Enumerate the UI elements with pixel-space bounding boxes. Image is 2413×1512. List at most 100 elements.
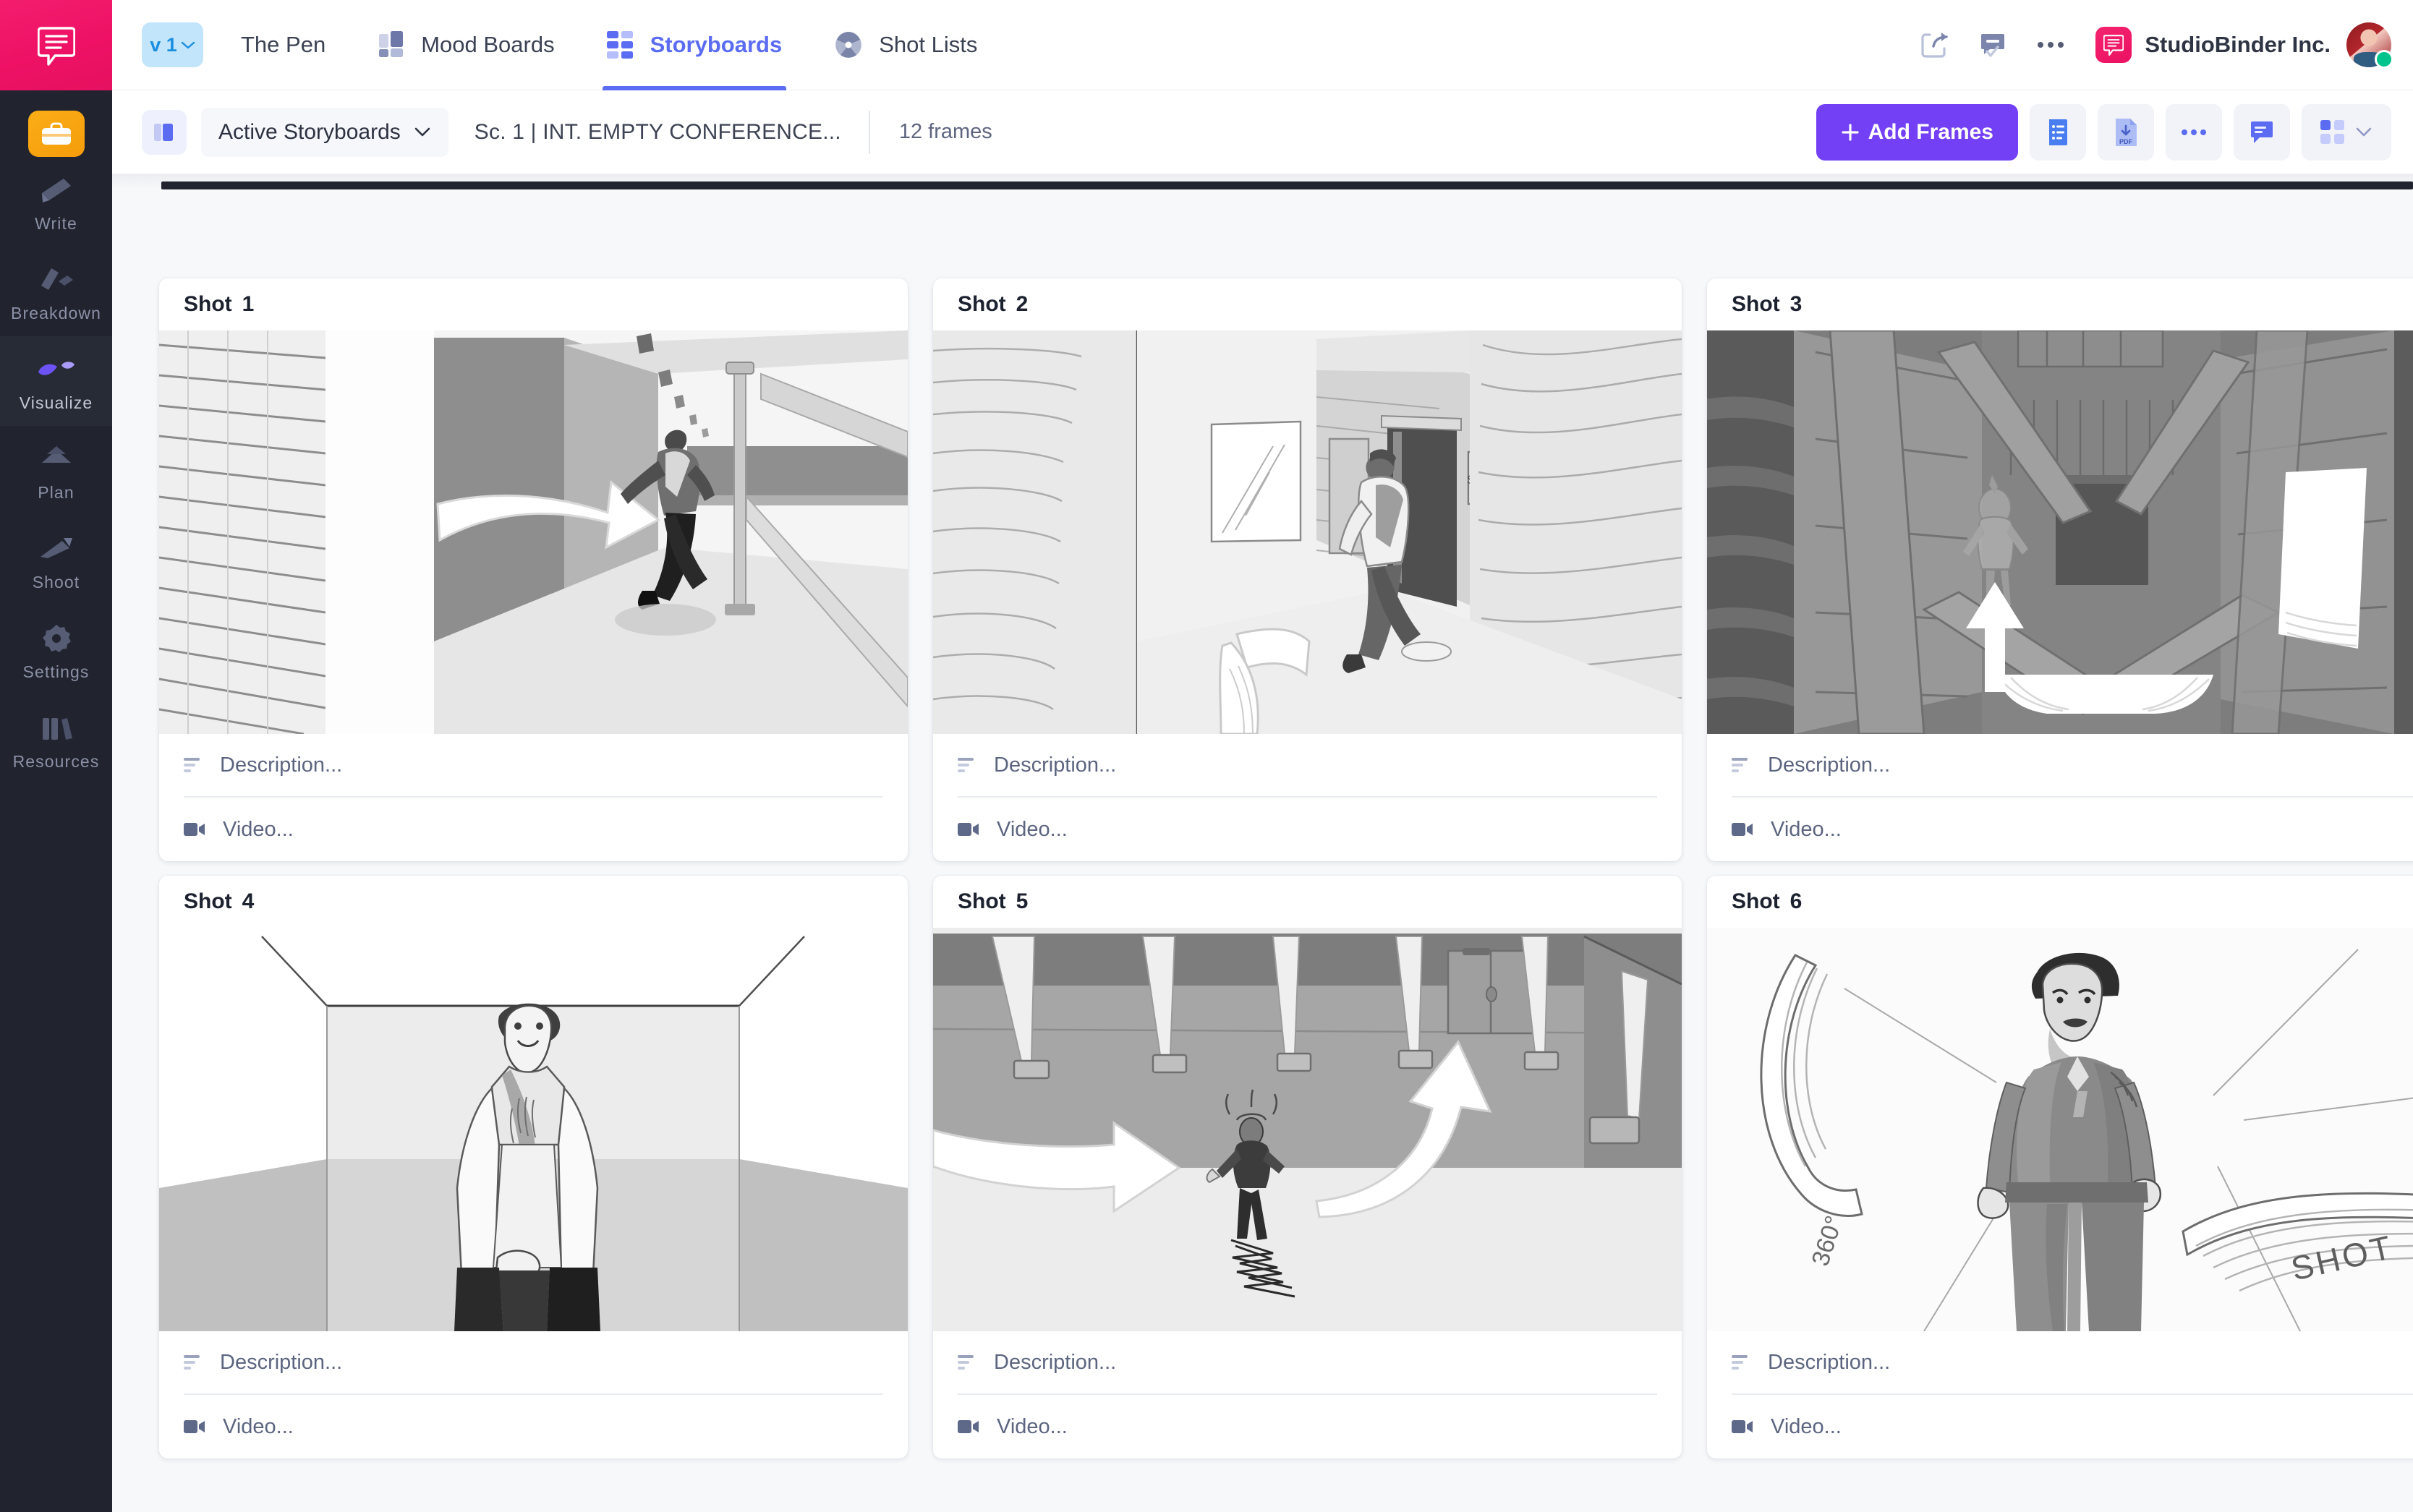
tab-mood-boards[interactable]: Mood Boards <box>375 0 558 90</box>
description-field[interactable]: Description... <box>958 734 1657 798</box>
description-field[interactable]: Description... <box>184 1331 883 1395</box>
sidebar-item-plan[interactable]: Plan <box>0 426 112 516</box>
description-field[interactable]: Description... <box>184 734 883 798</box>
notifications-button[interactable] <box>1964 16 2022 74</box>
shot-list-view-button[interactable] <box>2030 103 2086 161</box>
scene-title: Sc. 1 | INT. EMPTY CONFERENCE... <box>474 119 841 144</box>
text-lines-icon <box>184 756 203 774</box>
briefcase-icon <box>41 121 72 146</box>
share-button[interactable] <box>1906 16 1964 74</box>
sidebar-item-write[interactable]: Write <box>0 157 112 247</box>
top-bar-actions: StudioBinder Inc. <box>1906 16 2413 74</box>
shot-frame-image[interactable] <box>933 928 1682 1331</box>
add-frames-button[interactable]: Add Frames <box>1816 103 2018 161</box>
description-field[interactable]: Description... <box>1732 734 2413 798</box>
pdf-download-icon: PDF <box>2114 117 2138 148</box>
description-placeholder: Description... <box>994 1350 1117 1374</box>
more-tools-button[interactable] <box>2166 103 2222 161</box>
ellipsis-icon <box>2036 40 2065 50</box>
shot-card-header: Shot 5 <box>933 876 1682 928</box>
tab-shot-lists[interactable]: Shot Lists <box>830 0 982 90</box>
ellipsis-icon <box>2181 128 2207 137</box>
toolbar-divider <box>868 110 870 154</box>
shot-card-header: Shot 4 <box>159 876 908 928</box>
sidebar-label-resources: Resources <box>12 752 100 771</box>
sidebar-label-shoot: Shoot <box>32 573 80 591</box>
shot-card[interactable]: Shot 5 Description... Video... <box>933 876 1682 1458</box>
description-placeholder: Description... <box>220 1350 343 1374</box>
avatar[interactable] <box>2346 22 2393 69</box>
tab-storyboards[interactable]: Storyboards <box>602 0 787 90</box>
description-field[interactable]: Description... <box>1732 1331 2413 1395</box>
shot-frame-image[interactable] <box>159 928 908 1331</box>
video-placeholder: Video... <box>1771 817 1842 841</box>
shot-card-header: Shot 3 <box>1707 278 2413 330</box>
sidebar-label-visualize: Visualize <box>19 393 93 412</box>
horizontal-scrollbar[interactable] <box>161 181 2413 189</box>
shot-card-fields: Description... Video... <box>933 1331 1682 1458</box>
video-placeholder: Video... <box>223 1414 294 1438</box>
text-lines-icon <box>958 756 976 774</box>
plus-icon <box>1841 123 1860 142</box>
shot-title: Shot 2 <box>958 292 1028 317</box>
add-frames-label: Add Frames <box>1868 119 1993 144</box>
sidebar-item-resources[interactable]: Resources <box>0 695 112 785</box>
books-icon <box>38 711 75 746</box>
video-field[interactable]: Video... <box>184 798 883 861</box>
status-badge <box>2375 50 2393 69</box>
shot-label: Shot <box>1732 292 1780 316</box>
panel-toggle-icon <box>153 121 175 143</box>
app-logo-button[interactable] <box>0 0 112 90</box>
shot-title: Shot 1 <box>184 292 254 317</box>
more-options-button[interactable] <box>2022 16 2080 74</box>
storyboard-filter-dropdown[interactable]: Active Storyboards <box>201 107 448 157</box>
version-label: v 1 <box>150 33 177 56</box>
frame-count: 12 frames <box>898 120 992 143</box>
chevron-down-icon <box>414 127 431 137</box>
sidebar-item-visualize[interactable]: Visualize <box>0 336 112 426</box>
export-pdf-button[interactable]: PDF <box>2098 103 2154 161</box>
shot-card[interactable]: Shot 2 Description... Video... <box>933 278 1682 861</box>
shot-card[interactable]: Shot 4 Description... Video... <box>159 876 908 1458</box>
shot-frame-image[interactable]: STAIRS <box>933 330 1682 734</box>
grid-icon <box>2320 119 2345 145</box>
shot-card[interactable]: Shot 3 Description... Video... <box>1707 278 2413 861</box>
text-lines-icon <box>1732 1354 1750 1371</box>
video-field[interactable]: Video... <box>1732 1395 2413 1458</box>
description-field[interactable]: Description... <box>958 1331 1657 1395</box>
comment-icon <box>2248 120 2276 145</box>
shot-card[interactable]: Shot 6 360° SHOT Description... Video... <box>1707 876 2413 1458</box>
rail-app-badge[interactable] <box>27 111 85 157</box>
tab-label-shot-lists: Shot Lists <box>879 32 978 57</box>
video-camera-icon <box>958 821 979 837</box>
calendar-icon <box>38 442 75 477</box>
grid-view-button[interactable] <box>2302 103 2391 161</box>
shot-frame-image[interactable] <box>159 330 908 734</box>
studiobinder-speech-logo-icon <box>37 25 75 66</box>
video-field[interactable]: Video... <box>958 798 1657 861</box>
tab-the-pen[interactable]: The Pen <box>237 0 330 90</box>
video-field[interactable]: Video... <box>958 1395 1657 1458</box>
shot-card-fields: Description... Video... <box>933 734 1682 861</box>
organization-selector[interactable]: StudioBinder Inc. <box>2095 27 2331 63</box>
tab-label-the-pen: The Pen <box>241 32 326 57</box>
sidebar-item-settings[interactable]: Settings <box>0 605 112 695</box>
shot-card[interactable]: Shot 1 Description... Video... <box>159 278 908 861</box>
video-camera-icon <box>1732 1419 1753 1435</box>
shot-title: Shot 6 <box>1732 889 1802 914</box>
panel-toggle-button[interactable] <box>142 109 187 155</box>
sidebar-item-shoot[interactable]: Shoot <box>0 516 112 605</box>
shot-frame-image[interactable] <box>1707 330 2413 734</box>
shot-label: Shot <box>1732 889 1780 913</box>
sidebar-item-breakdown[interactable]: Breakdown <box>0 247 112 336</box>
comments-button[interactable] <box>2234 103 2290 161</box>
org-logo-icon <box>2095 27 2132 63</box>
shot-frame-image[interactable]: 360° SHOT <box>1707 928 2413 1331</box>
video-field[interactable]: Video... <box>1732 798 2413 861</box>
version-selector[interactable]: v 1 <box>142 22 203 67</box>
video-camera-icon <box>958 1419 979 1435</box>
megaphone-icon <box>38 531 75 566</box>
document-list-icon <box>2046 118 2070 147</box>
video-field[interactable]: Video... <box>184 1395 883 1458</box>
gear-icon <box>41 621 72 656</box>
